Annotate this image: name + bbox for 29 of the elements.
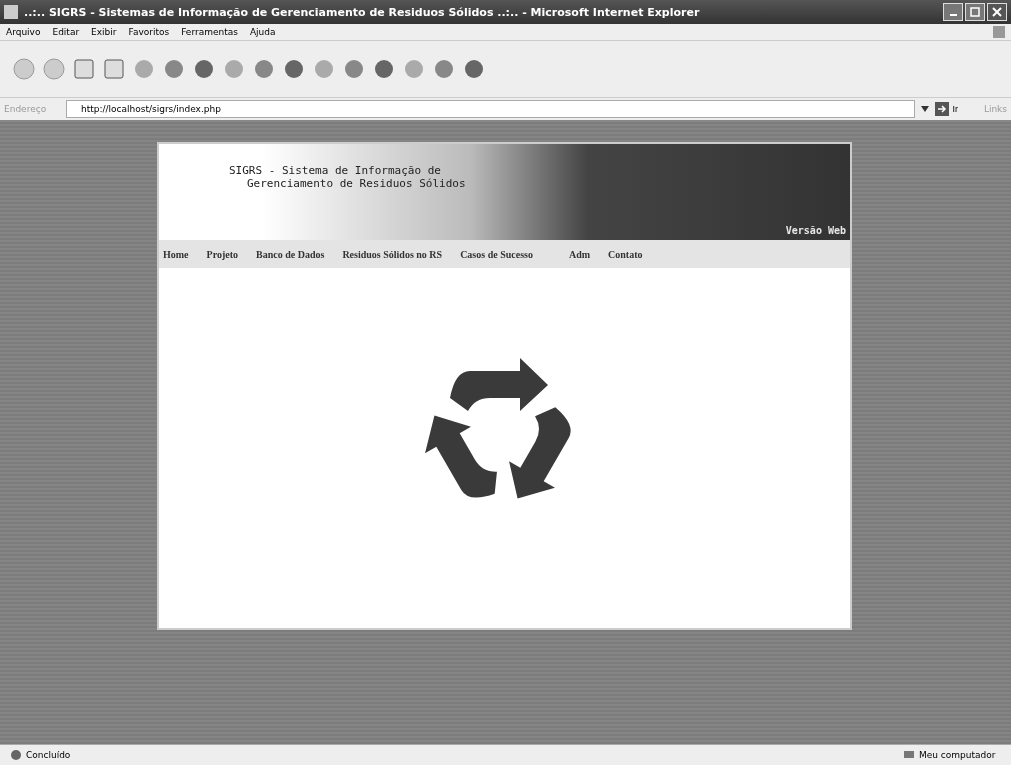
nav-link[interactable]: Residuos Sólidos no RS — [342, 248, 443, 260]
page-status: Concluído — [26, 750, 71, 760]
minimize-button[interactable] — [943, 3, 963, 21]
nav-link[interactable]: Projeto — [206, 248, 238, 260]
zone-status: Meu computador — [919, 750, 996, 760]
minimize-icon — [949, 14, 957, 16]
address-label: Endereço — [4, 104, 48, 114]
menu-item[interactable]: Exibir — [91, 27, 117, 37]
computer-icon — [903, 749, 915, 761]
maximize-icon — [970, 7, 980, 17]
menu-item[interactable]: Ferramentas — [181, 27, 238, 37]
version-label: Versão Web — [785, 225, 847, 238]
menu-item[interactable]: Editar — [52, 27, 80, 37]
close-icon — [992, 7, 1002, 17]
site-title: SIGRS - Sistema de Informação de — [229, 164, 442, 177]
site-title: Gerenciamento de Residuos Sólidos — [246, 177, 467, 190]
nav-link[interactable]: Home — [163, 248, 189, 260]
menu-item[interactable]: Arquivo — [6, 27, 41, 37]
nav-link[interactable]: Banco de Dados — [256, 248, 325, 260]
maximize-button[interactable] — [965, 3, 985, 21]
nav-link[interactable]: Adm — [568, 248, 591, 260]
menu-item[interactable]: Favoritos — [128, 27, 170, 37]
close-button[interactable] — [987, 3, 1007, 21]
nav-link[interactable]: Casos de Sucesso — [460, 248, 533, 260]
address-field[interactable]: http://localhost/sigrs/index.php — [66, 100, 916, 118]
dropdown-icon[interactable] — [921, 106, 930, 112]
menu-item[interactable]: Ajuda — [249, 27, 276, 37]
window-title: ..:.. SIGRS - Sistemas de Informação de Gerenciamento de Residuos Sólidos ..:.. - Microsoft Internet Explorer — [24, 5, 701, 19]
nav-link[interactable]: Contato — [608, 248, 643, 260]
